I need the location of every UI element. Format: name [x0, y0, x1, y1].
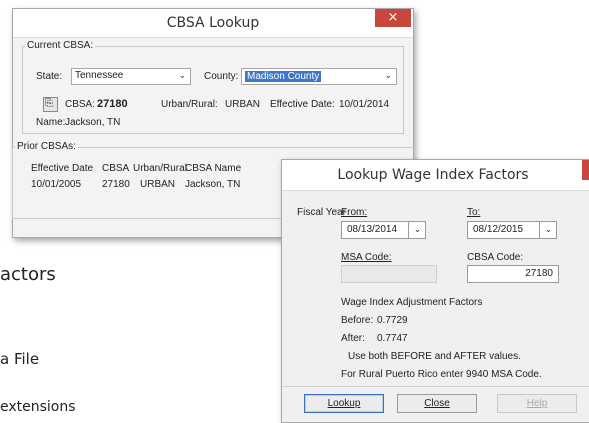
chevron-down-icon[interactable]: ⌄: [408, 221, 426, 239]
from-label: From:: [341, 207, 368, 218]
from-date-select[interactable]: 08/13/2014 ⌄: [341, 221, 426, 239]
note-before-after: Use both BEFORE and AFTER values.: [348, 351, 521, 362]
cbsa-code-input[interactable]: 27180: [467, 265, 559, 283]
table-header-cbsa-name: CBSA Name: [185, 163, 242, 174]
wage-titlebar[interactable]: Lookup Wage Index Factors ×: [282, 160, 589, 191]
lookup-button[interactable]: Lookup: [304, 394, 384, 413]
county-select[interactable]: Madison County ⌄: [241, 68, 397, 85]
from-date-value: 08/13/2014: [347, 224, 398, 235]
background-text-extensions: extensions: [0, 399, 76, 415]
help-button-label: Help: [526, 398, 548, 409]
to-date-value: 08/12/2015: [473, 224, 524, 235]
urban-rural-label: Urban/Rural:: [161, 99, 218, 110]
before-value: 0.7729: [377, 315, 408, 326]
effective-date-value: 10/01/2014: [339, 99, 390, 110]
chevron-down-icon: ⌄: [384, 70, 392, 80]
chevron-down-icon: ⌄: [178, 70, 186, 80]
cbsa-window-title: CBSA Lookup: [166, 15, 260, 31]
state-label: State:: [36, 71, 63, 82]
table-header-effective-date: Effective Date: [31, 163, 94, 174]
msa-code-label: MSA Code:: [341, 252, 392, 263]
fiscal-year-label: Fiscal Year: [297, 207, 346, 218]
table-cell-effective-date: 10/01/2005: [31, 179, 82, 190]
cbsa-code-label: CBSA Code:: [467, 252, 524, 263]
cbsa-titlebar[interactable]: CBSA Lookup ×: [13, 9, 413, 38]
cbsa-close-icon[interactable]: ×: [375, 9, 411, 27]
prior-cbsas-label: Prior CBSAs:: [15, 141, 78, 152]
background-text-factors: actors: [0, 264, 56, 285]
name-value: Jackson, TN: [65, 117, 121, 128]
button-divider: [282, 386, 589, 387]
lookup-button-label: Lookup: [327, 398, 361, 409]
table-header-urban-rural: Urban/Rural: [133, 163, 187, 174]
help-button[interactable]: Help: [497, 394, 577, 413]
factors-heading: Wage Index Adjustment Factors: [341, 297, 483, 308]
urban-rural-value: URBAN: [225, 99, 261, 110]
wage-index-window: Lookup Wage Index Factors × Fiscal Year …: [281, 159, 589, 423]
table-cell-cbsa: 27180: [102, 179, 130, 190]
copy-icon[interactable]: ⎘: [43, 97, 58, 112]
cbsa-code-value: 27180: [525, 268, 553, 279]
table-cell-urban-rural: URBAN: [140, 179, 176, 190]
background-text-data-file: a File: [0, 350, 40, 368]
current-cbsa-label: Current CBSA:: [25, 40, 96, 51]
state-select[interactable]: Tennessee ⌄: [71, 68, 191, 85]
county-label: County:: [204, 71, 239, 82]
name-label: Name:: [36, 117, 66, 128]
to-label: To:: [467, 207, 481, 218]
effective-date-label: Effective Date:: [270, 99, 335, 110]
cbsa-value: 27180: [97, 98, 128, 110]
wage-window-title: Lookup Wage Index Factors: [337, 167, 529, 183]
to-date-select[interactable]: 08/12/2015 ⌄: [467, 221, 557, 239]
before-label: Before:: [341, 315, 374, 326]
table-header-cbsa: CBSA: [102, 163, 130, 174]
close-button[interactable]: Close: [397, 394, 477, 413]
after-label: After:: [341, 333, 365, 344]
close-icon[interactable]: ×: [582, 160, 589, 180]
chevron-down-icon[interactable]: ⌄: [539, 221, 557, 239]
cbsa-label: CBSA:: [65, 99, 96, 110]
note-puerto-rico: For Rural Puerto Rico enter 9940 MSA Cod…: [341, 369, 542, 380]
msa-code-input[interactable]: [341, 265, 437, 283]
after-value: 0.7747: [377, 333, 408, 344]
table-cell-cbsa-name: Jackson, TN: [185, 179, 241, 190]
close-button-label: Close: [424, 398, 450, 409]
county-value: Madison County: [245, 71, 322, 82]
state-value: Tennessee: [75, 70, 124, 81]
